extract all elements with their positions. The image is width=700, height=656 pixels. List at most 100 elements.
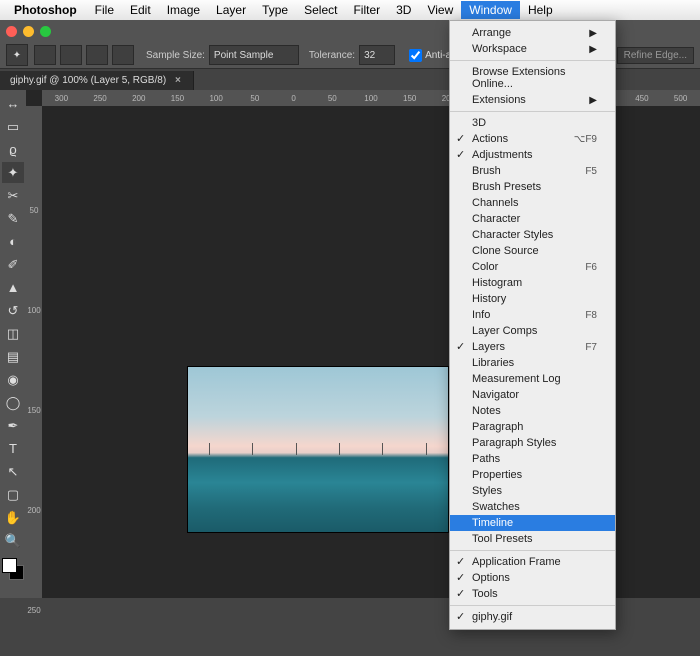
brush-tool[interactable]: ✐ [2,254,24,275]
move-tool[interactable]: ↔ [2,93,24,114]
menu-item-workspace[interactable]: Workspace▶ [450,41,615,57]
check-icon: ✓ [456,555,465,568]
blur-tool[interactable]: ◉ [2,369,24,390]
menu-shortcut: F5 [585,166,597,177]
eyedropper-tool[interactable]: ✎ [2,208,24,229]
menu-item-arrange[interactable]: Arrange▶ [450,25,615,41]
menu-item-tool-presets[interactable]: Tool Presets [450,531,615,547]
menu-type[interactable]: Type [254,1,296,19]
clone-stamp-tool[interactable]: ▲ [2,277,24,298]
menu-item-label: Measurement Log [472,373,561,385]
menu-help[interactable]: Help [520,1,561,19]
window-menu-dropdown[interactable]: Arrange▶Workspace▶ Browse Extensions Onli… [449,20,616,630]
menu-item-3d[interactable]: 3D [450,115,615,131]
menu-item-brush[interactable]: BrushF5 [450,163,615,179]
menu-item-label: Workspace [472,43,527,55]
type-tool[interactable]: T [2,438,24,459]
menu-item-tools[interactable]: ✓Tools [450,586,615,602]
document-tab[interactable]: giphy.gif @ 100% (Layer 5, RGB/8) × [0,71,194,90]
menu-separator [450,60,615,61]
app-name[interactable]: Photoshop [14,3,77,17]
menu-select[interactable]: Select [296,1,345,19]
menu-item-brush-presets[interactable]: Brush Presets [450,179,615,195]
path-selection-tool[interactable]: ↖ [2,461,24,482]
menu-item-info[interactable]: InfoF8 [450,307,615,323]
menu-item-libraries[interactable]: Libraries [450,355,615,371]
menu-item-history[interactable]: History [450,291,615,307]
pen-tool[interactable]: ✒ [2,415,24,436]
menu-view[interactable]: View [419,1,461,19]
menu-item-channels[interactable]: Channels [450,195,615,211]
menu-item-application-frame[interactable]: ✓Application Frame [450,554,615,570]
menu-item-paragraph-styles[interactable]: Paragraph Styles [450,435,615,451]
menu-item-extensions[interactable]: Extensions▶ [450,92,615,108]
foreground-background-swatch[interactable] [2,558,24,580]
menu-item-character-styles[interactable]: Character Styles [450,227,615,243]
menu-item-actions[interactable]: ✓Actions⌥F9 [450,131,615,147]
lasso-tool[interactable]: ϱ [2,139,24,160]
menu-image[interactable]: Image [159,1,208,19]
healing-brush-tool[interactable]: ◐ [2,231,24,252]
close-tab-icon[interactable]: × [175,75,181,86]
menu-3d[interactable]: 3D [388,1,419,19]
menu-item-layers[interactable]: ✓LayersF7 [450,339,615,355]
menu-item-paragraph[interactable]: Paragraph [450,419,615,435]
close-window-icon[interactable] [6,26,17,37]
options-preset-2[interactable] [60,45,82,65]
zoom-window-icon[interactable] [40,26,51,37]
menu-window[interactable]: Window [461,1,520,19]
menu-item-label: Paths [472,453,500,465]
hand-tool[interactable]: ✋ [2,507,24,528]
current-tool-icon[interactable]: ✦ [6,44,28,66]
eraser-tool[interactable]: ◫ [2,323,24,344]
menu-item-adjustments[interactable]: ✓Adjustments [450,147,615,163]
menu-item-clone-source[interactable]: Clone Source [450,243,615,259]
menu-item-giphy-gif[interactable]: ✓ giphy.gif [450,609,615,625]
check-icon: ✓ [456,587,465,600]
options-preset-3[interactable] [86,45,108,65]
menu-item-navigator[interactable]: Navigator [450,387,615,403]
menu-item-color[interactable]: ColorF6 [450,259,615,275]
menu-item-label: Layers [472,341,505,353]
menu-layer[interactable]: Layer [208,1,254,19]
menu-shortcut: F7 [585,342,597,353]
anti-alias-input[interactable] [409,49,422,62]
tolerance-field[interactable] [359,45,395,65]
menu-item-swatches[interactable]: Swatches [450,499,615,515]
menu-item-properties[interactable]: Properties [450,467,615,483]
menu-item-label: Info [472,309,490,321]
menu-item-label: Properties [472,469,522,481]
menu-filter[interactable]: Filter [345,1,388,19]
history-brush-tool[interactable]: ↺ [2,300,24,321]
menu-item-character[interactable]: Character [450,211,615,227]
menu-item-label: Character Styles [472,229,553,241]
magic-wand-tool[interactable]: ✦ [2,162,24,183]
menu-edit[interactable]: Edit [122,1,159,19]
menu-separator [450,605,615,606]
options-preset-4[interactable] [112,45,134,65]
menu-item-histogram[interactable]: Histogram [450,275,615,291]
rectangle-tool[interactable]: ▢ [2,484,24,505]
gradient-tool[interactable]: ▤ [2,346,24,367]
marquee-tool[interactable]: ▭ [2,116,24,137]
refine-edge-button[interactable]: Refine Edge... [617,47,694,64]
menu-item-label: giphy.gif [472,611,512,623]
check-icon: ✓ [456,610,465,623]
canvas-image[interactable] [187,366,449,533]
menu-item-paths[interactable]: Paths [450,451,615,467]
menu-item-layer-comps[interactable]: Layer Comps [450,323,615,339]
dodge-tool[interactable]: ◯ [2,392,24,413]
menu-item-options[interactable]: ✓Options [450,570,615,586]
menu-item-styles[interactable]: Styles [450,483,615,499]
menu-item-browse-extensions-online-[interactable]: Browse Extensions Online... [450,64,615,92]
sample-size-field[interactable] [209,45,299,65]
zoom-tool[interactable]: 🔍 [2,530,24,551]
minimize-window-icon[interactable] [23,26,34,37]
crop-tool[interactable]: ✂ [2,185,24,206]
image-horizon-posts [188,443,448,455]
options-preset-1[interactable] [34,45,56,65]
menu-file[interactable]: File [87,1,122,19]
menu-item-notes[interactable]: Notes [450,403,615,419]
menu-item-measurement-log[interactable]: Measurement Log [450,371,615,387]
menu-item-timeline[interactable]: Timeline [450,515,615,531]
